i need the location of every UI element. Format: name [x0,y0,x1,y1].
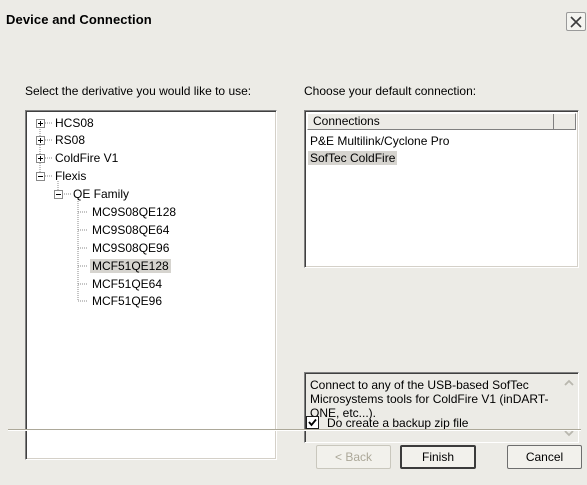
finish-button[interactable]: Finish [400,445,476,469]
window-title: Device and Connection [6,12,152,27]
tree-item-mc9s08qe128[interactable]: MC9S08QE128 [92,205,176,219]
connections-column-header[interactable]: Connections [307,113,576,130]
description-scrollbar[interactable] [560,374,577,442]
expand-rs08-icon[interactable] [36,136,45,145]
tree-item-mcf51qe128[interactable]: MCF51QE128 [90,259,171,273]
connection-item-softec-coldfire[interactable]: SofTec ColdFire [308,151,398,165]
tree-item-flexis[interactable]: Flexis [55,169,86,183]
connections-list[interactable]: Connections P&E Multilink/Cyclone Pro So… [304,110,579,268]
button-divider [8,429,581,431]
tree-item-mcf51qe64[interactable]: MCF51QE64 [92,277,162,291]
scroll-up-icon[interactable] [562,376,576,390]
description-text: Connect to any of the USB-based SofTec M… [310,378,549,420]
backup-checkbox[interactable] [306,416,319,429]
derivative-tree[interactable]: HCS08 RS08 ColdFire V1 Flexis QE Family … [25,110,277,460]
close-button[interactable] [566,12,586,31]
back-button[interactable]: < Back [316,445,391,469]
expand-coldfire-v1-icon[interactable] [36,154,45,163]
backup-checkbox-label[interactable]: Do create a backup zip file [327,416,468,430]
connection-description: Connect to any of the USB-based SofTec M… [304,372,579,443]
tree-item-mc9s08qe64[interactable]: MC9S08QE64 [92,223,169,237]
tree-item-hcs08[interactable]: HCS08 [55,116,94,130]
collapse-qe-family-icon[interactable] [54,190,63,199]
connection-item-pe-multilink[interactable]: P&E Multilink/Cyclone Pro [310,134,449,148]
title-bar: Device and Connection [0,0,587,38]
connections-header-label: Connections [308,114,554,129]
close-icon [570,16,582,28]
tree-item-coldfire-v1[interactable]: ColdFire V1 [55,151,118,165]
expand-hcs08-icon[interactable] [36,119,45,128]
tree-item-qe-family[interactable]: QE Family [73,187,129,201]
checkmark-icon [308,418,317,427]
cancel-button[interactable]: Cancel [507,445,582,469]
connection-prompt: Choose your default connection: [304,84,477,98]
tree-item-mc9s08qe96[interactable]: MC9S08QE96 [92,241,169,255]
tree-item-rs08[interactable]: RS08 [55,133,85,147]
tree-item-mcf51qe96[interactable]: MCF51QE96 [92,294,162,308]
derivative-prompt: Select the derivative you would like to … [25,84,252,98]
collapse-flexis-icon[interactable] [36,172,45,181]
